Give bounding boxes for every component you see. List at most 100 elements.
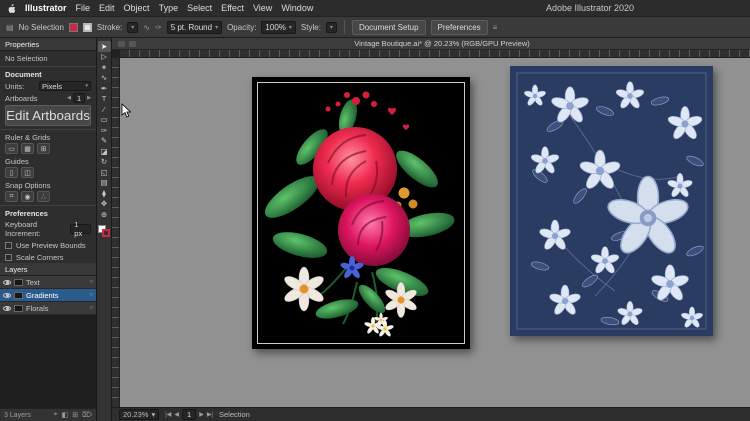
preferences-button[interactable]: Preferences [431, 20, 488, 35]
menu-select[interactable]: Select [187, 3, 212, 13]
horizontal-ruler[interactable] [120, 50, 750, 58]
snap-pixel-icon[interactable]: ⌗ [5, 191, 18, 202]
fill-swatch[interactable] [69, 23, 78, 32]
show-guides-icon[interactable]: ▯ [5, 167, 18, 178]
vertical-ruler[interactable] [112, 58, 120, 407]
pasteboard[interactable] [112, 58, 750, 407]
pixel-grid-icon[interactable]: ⊞ [37, 143, 50, 154]
document-setup-button[interactable]: Document Setup [352, 20, 426, 35]
artboard-2-pattern[interactable] [510, 66, 713, 336]
current-tool-indicator[interactable]: Selection [219, 410, 250, 419]
menu-effect[interactable]: Effect [221, 3, 244, 13]
zoom-tool[interactable]: ⊕ [98, 209, 111, 220]
last-artboard-icon[interactable]: ▶| [207, 411, 213, 418]
artboard-number[interactable]: 1 [182, 409, 196, 420]
tab-properties[interactable]: Properties [0, 38, 96, 51]
style-label: Style: [301, 23, 321, 32]
prev-icon[interactable]: ◀ [67, 95, 71, 101]
visibility-eye-icon[interactable] [3, 306, 11, 311]
artboards-stepper[interactable]: ◀ 1 ▶ [67, 93, 91, 103]
prev-artboard-icon[interactable]: ◀ [174, 411, 179, 418]
pen-tool[interactable]: ✒ [98, 83, 111, 94]
eyedropper-tool[interactable]: ⧫ [98, 188, 111, 199]
selection-tool[interactable]: ➤ [98, 41, 111, 52]
brush-dropdown[interactable]: 5 pt. Round▾ [167, 21, 222, 34]
selection-status: No Selection [19, 23, 64, 32]
left-panel-column: Properties No Selection Document Units: … [0, 38, 97, 421]
scale-tool[interactable]: ◱ [98, 167, 111, 178]
layer-row-gradients[interactable]: Gradients ○ [0, 289, 96, 302]
layers-empty-area [0, 315, 96, 408]
keyboard-increment-field[interactable]: 1 px [70, 224, 91, 234]
target-circle-icon[interactable]: ○ [89, 292, 93, 298]
line-tool[interactable]: ∕ [98, 104, 111, 115]
visibility-eye-icon[interactable] [3, 280, 11, 285]
align-menu-icon[interactable]: ≡ [493, 23, 498, 32]
menu-illustrator[interactable]: Illustrator [25, 3, 67, 13]
hand-tool[interactable]: ✥ [98, 199, 111, 210]
width-profile-icon[interactable]: ∿ [143, 23, 150, 32]
bouquet-artwork [252, 77, 470, 349]
eraser-tool[interactable]: ◪ [98, 146, 111, 157]
style-dropdown[interactable]: ▾ [326, 22, 337, 33]
menu-object[interactable]: Object [124, 3, 150, 13]
clipping-mask-icon[interactable]: ◧ [62, 411, 69, 419]
pencil-tool[interactable]: ✎ [98, 136, 111, 147]
next-icon[interactable]: ▶ [87, 95, 91, 101]
rotate-tool[interactable]: ↻ [98, 157, 111, 168]
new-layer-icon[interactable]: ⊞ [72, 411, 78, 419]
menu-window[interactable]: Window [281, 3, 313, 13]
artboards-label: Artboards [5, 94, 38, 103]
panel-options-icon[interactable]: ▤ [6, 23, 14, 32]
tab-bar-icon[interactable] [129, 41, 136, 47]
locate-object-icon[interactable]: ⌖ [54, 411, 58, 419]
zoom-level-dropdown[interactable]: 20.23% ▾ [119, 409, 159, 420]
stroke-label: Stroke: [97, 23, 122, 32]
fill-stroke-swatches[interactable] [98, 225, 110, 237]
use-preview-bounds-checkbox[interactable] [5, 242, 12, 249]
next-artboard-icon[interactable]: ▶ [199, 411, 204, 418]
first-artboard-icon[interactable]: |◀ [165, 411, 171, 418]
menu-file[interactable]: File [76, 3, 91, 13]
stroke-weight-dropdown[interactable]: ▾ [127, 22, 138, 33]
snap-grid-icon[interactable]: ◉ [21, 191, 34, 202]
magic-wand-tool[interactable]: ✶ [98, 62, 111, 73]
toolbar-stroke-swatch[interactable] [102, 229, 110, 237]
snap-point-icon[interactable]: ∴ [37, 191, 50, 202]
ruler-icon[interactable]: ▭ [5, 143, 18, 154]
lasso-tool[interactable]: ∿ [98, 73, 111, 84]
document-tab-title[interactable]: Vintage Boutique.ai* @ 20.23% (RGB/GPU P… [140, 39, 744, 48]
layer-row-florals[interactable]: Florals ○ [0, 302, 96, 315]
grid-icon[interactable]: ▦ [21, 143, 34, 154]
menu-type[interactable]: Type [159, 3, 179, 13]
layers-panel: Layers Text ○ Gradients ○ Florals ○ [0, 263, 96, 421]
units-dropdown[interactable]: Pixels▾ [39, 81, 91, 91]
menu-view[interactable]: View [253, 3, 272, 13]
type-tool[interactable]: T [98, 94, 111, 105]
paintbrush-tool[interactable]: ✑ [98, 125, 111, 136]
opacity-dropdown[interactable]: 100%▾ [261, 21, 295, 34]
stroke-swatch[interactable] [83, 23, 92, 32]
apple-icon[interactable] [8, 4, 16, 13]
lock-guides-icon[interactable]: ◫ [21, 167, 34, 178]
target-circle-icon[interactable]: ○ [89, 279, 93, 285]
opacity-value: 100% [265, 23, 285, 32]
menu-edit[interactable]: Edit [99, 3, 115, 13]
gradient-tool[interactable]: ▤ [98, 178, 111, 189]
layer-row-text[interactable]: Text ○ [0, 276, 96, 289]
chevron-down-icon: ▾ [131, 24, 134, 31]
direct-selection-tool[interactable]: ▷ [98, 52, 111, 63]
artboard-1-bouquet[interactable] [252, 77, 470, 349]
rectangle-tool[interactable]: ▭ [98, 115, 111, 126]
tab-bar-icon[interactable] [118, 41, 125, 47]
target-circle-icon[interactable]: ○ [89, 305, 93, 311]
layer-name: Florals [26, 304, 86, 313]
layer-thumbnail [14, 279, 23, 286]
delete-layer-icon[interactable]: ⌦ [82, 411, 92, 419]
tab-layers[interactable]: Layers [0, 263, 96, 276]
visibility-eye-icon[interactable] [3, 293, 11, 298]
edit-artboards-button[interactable]: Edit Artboards [5, 105, 91, 126]
brush-definition-icon[interactable]: ✑ [155, 23, 162, 32]
navy-floral-artwork [510, 66, 713, 336]
scale-corners-checkbox[interactable] [5, 254, 12, 261]
